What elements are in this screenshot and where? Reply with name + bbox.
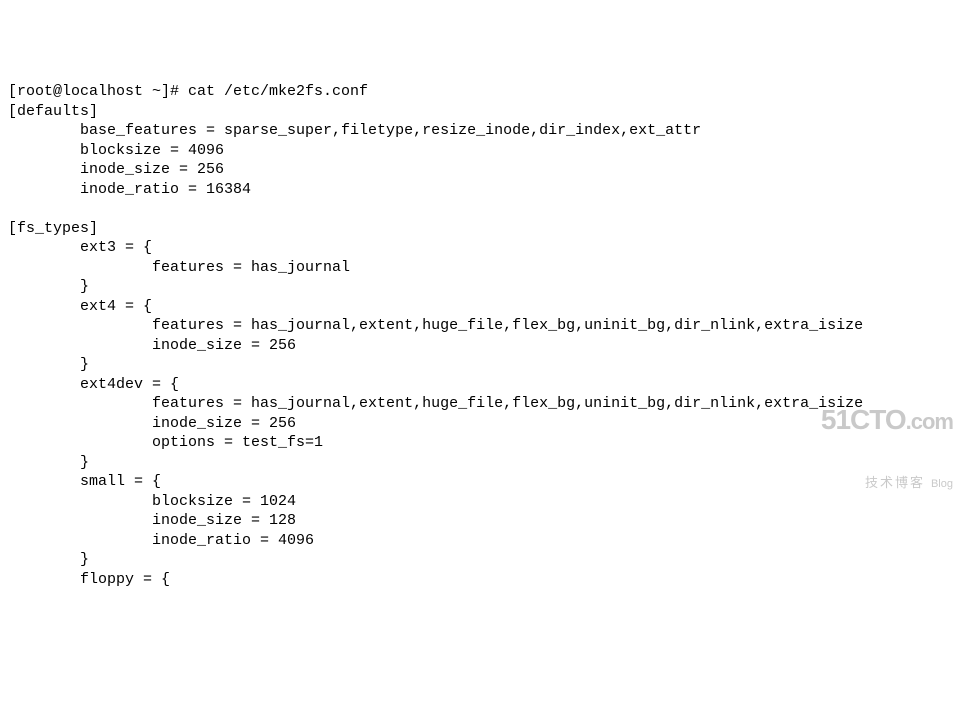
ext4dev-inode-size: inode_size = 256 (8, 415, 296, 432)
ext4-inode-size: inode_size = 256 (8, 337, 296, 354)
ext3-close: } (8, 278, 89, 295)
section-defaults: [defaults] (8, 103, 98, 120)
ext3-features: features = has_journal (8, 259, 350, 276)
prompt-line: [root@localhost ~]# cat /etc/mke2fs.conf (8, 83, 368, 100)
ext4-open: ext4 = { (8, 298, 152, 315)
ext4dev-options: options = test_fs=1 (8, 434, 323, 451)
section-fs-types: [fs_types] (8, 220, 98, 237)
terminal-output: [root@localhost ~]# cat /etc/mke2fs.conf… (8, 82, 955, 589)
defaults-blocksize: blocksize = 4096 (8, 142, 224, 159)
small-inode-size: inode_size = 128 (8, 512, 296, 529)
small-inode-ratio: inode_ratio = 4096 (8, 532, 314, 549)
small-close: } (8, 551, 89, 568)
small-blocksize: blocksize = 1024 (8, 493, 296, 510)
ext4dev-features: features = has_journal,extent,huge_file,… (8, 395, 863, 412)
defaults-inode-ratio: inode_ratio = 16384 (8, 181, 251, 198)
floppy-open: floppy = { (8, 571, 170, 588)
ext4-close: } (8, 356, 89, 373)
ext4dev-close: } (8, 454, 89, 471)
defaults-inode-size: inode_size = 256 (8, 161, 224, 178)
defaults-base-features: base_features = sparse_super,filetype,re… (8, 122, 701, 139)
small-open: small = { (8, 473, 161, 490)
ext3-open: ext3 = { (8, 239, 152, 256)
ext4dev-open: ext4dev = { (8, 376, 179, 393)
ext4-features: features = has_journal,extent,huge_file,… (8, 317, 863, 334)
